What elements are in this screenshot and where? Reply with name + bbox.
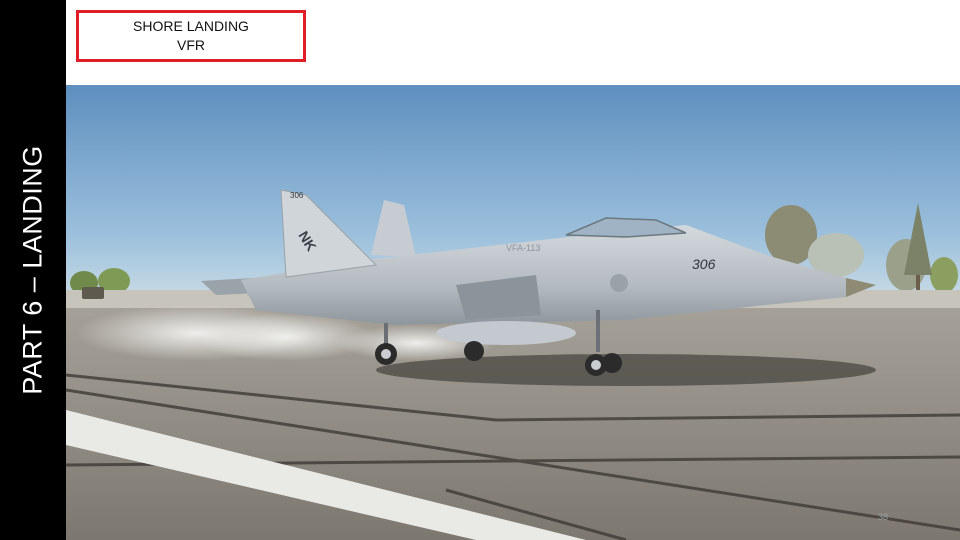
side-squadron-text: VFA-113 [506,243,540,253]
tail-modex: 306 [290,191,304,200]
ground-vehicle [82,287,104,299]
sidebar: PART 6 – LANDING [0,0,66,540]
page-number: 38 [877,512,888,522]
landing-scene-image: 306 NK VFA-113 306 [66,85,960,540]
aircraft-landing-screenshot: 306 NK VFA-113 306 [66,85,960,540]
section-title: PART 6 – LANDING [17,145,48,395]
slide-title-box: SHORE LANDING VFR [76,10,306,62]
nose-number: 306 [692,256,716,272]
slide-subtitle: VFR [177,37,205,53]
slide-title: SHORE LANDING [133,18,249,34]
